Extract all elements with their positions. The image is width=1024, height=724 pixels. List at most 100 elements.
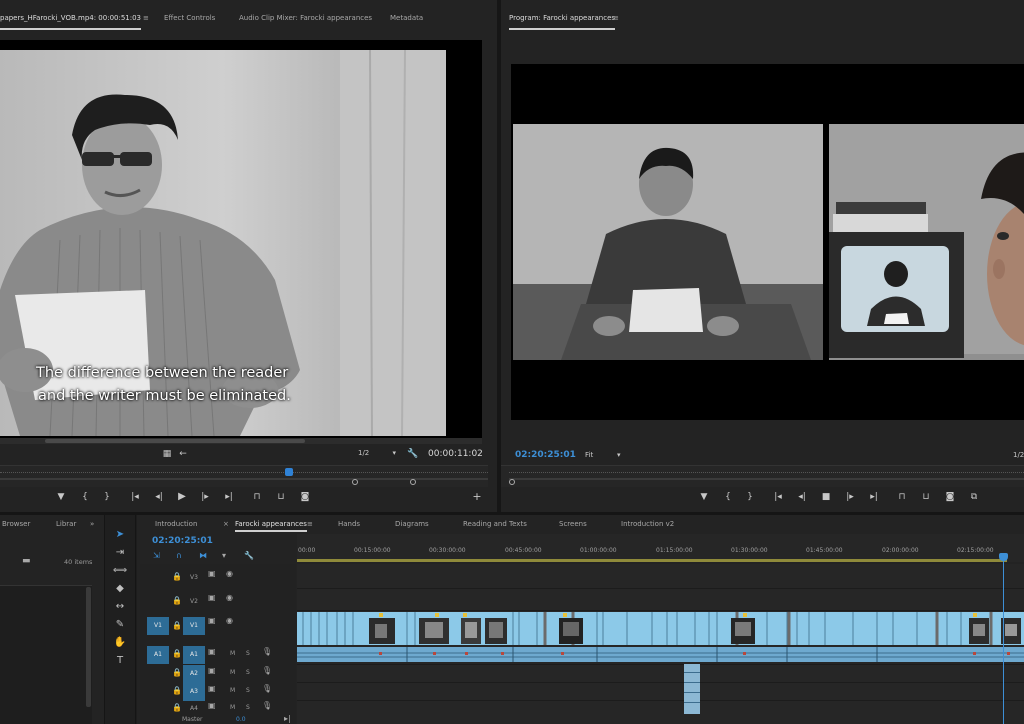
source-timecode[interactable]: 00:00:11:02	[428, 449, 483, 459]
go-to-in-icon[interactable]: |◂	[771, 491, 785, 503]
tab-metadata[interactable]: Metadata	[390, 8, 423, 30]
sync-lock-icon[interactable]: ▣	[208, 647, 216, 656]
folder-icon[interactable]: ▬	[22, 556, 31, 566]
mute-button[interactable]: M	[230, 669, 235, 676]
marker-icon[interactable]: ▼	[697, 491, 711, 503]
sync-lock-icon[interactable]: ▣	[208, 593, 216, 602]
microphone-icon[interactable]: 🎙	[262, 684, 272, 693]
insert-icon[interactable]: ⊓	[250, 491, 264, 503]
project-list-area[interactable]	[0, 585, 92, 724]
source-zoom-select[interactable]: 1/2 ▾	[358, 449, 400, 461]
timeline-playhead-line[interactable]	[1003, 556, 1004, 724]
tab-reading-and-texts[interactable]: Reading and Texts	[463, 520, 527, 528]
program-video-frame[interactable]	[511, 64, 1024, 420]
tab-source-menu-icon[interactable]: ≡	[143, 8, 149, 30]
mark-out-icon[interactable]: }	[100, 491, 114, 503]
tab-source-clip[interactable]: papers_HFarocki_VOB.mp4: 00:00:51:03	[0, 8, 142, 30]
source-video-frame[interactable]: The difference between the reader and th…	[0, 40, 482, 440]
panel-overflow-icon[interactable]: »	[90, 520, 94, 528]
tab-introduction-v2[interactable]: Introduction v2	[621, 520, 674, 528]
solo-button[interactable]: S	[246, 704, 250, 711]
project-scrollbar[interactable]	[86, 587, 91, 707]
tab-program-menu-icon[interactable]: ≡	[613, 8, 619, 30]
close-icon[interactable]: ×	[223, 520, 229, 528]
sync-lock-icon[interactable]: ▣	[208, 684, 216, 693]
master-volume-value[interactable]: 0.0	[236, 716, 246, 723]
mute-button[interactable]: M	[230, 650, 235, 657]
lock-icon[interactable]: 🔒	[172, 621, 182, 630]
audio-clip-track-a1[interactable]	[297, 647, 1024, 662]
mark-in-icon[interactable]: {	[78, 491, 92, 503]
step-forward-icon[interactable]: |▸	[198, 491, 212, 503]
tab-libraries[interactable]: Librar	[56, 520, 76, 528]
track-label-a2[interactable]: A2	[183, 665, 205, 683]
lock-icon[interactable]: 🔒	[172, 572, 182, 581]
lock-icon[interactable]: 🔒	[172, 686, 182, 695]
track-label-v1[interactable]: V1	[183, 617, 205, 635]
timeline-settings-icon[interactable]: 🔧	[244, 551, 254, 560]
overwrite-icon[interactable]: ⊔	[274, 491, 288, 503]
video-clip-track-v1[interactable]	[297, 612, 1024, 645]
mark-out-icon[interactable]: }	[743, 491, 757, 503]
track-label-a1[interactable]: A1	[183, 646, 205, 664]
source-settings-icon[interactable]: ▦	[160, 448, 174, 460]
razor-icon[interactable]: ◆	[112, 581, 128, 597]
insert-overwrite-icon[interactable]: ⇲	[153, 551, 160, 560]
wrench-icon[interactable]: 🔧	[406, 448, 420, 460]
lock-icon[interactable]: 🔒	[172, 668, 182, 677]
lock-icon[interactable]: 🔒	[172, 703, 182, 712]
tab-menu-icon[interactable]: ≡	[307, 520, 313, 528]
work-area-bar[interactable]	[297, 559, 1007, 562]
program-in-marker[interactable]	[509, 479, 515, 485]
tab-program[interactable]: Program: Farocki appearances	[509, 8, 616, 30]
lift-icon[interactable]: ⊓	[895, 491, 909, 503]
timeline-playhead-handle[interactable]	[999, 553, 1008, 561]
eye-icon[interactable]: ◉	[226, 569, 233, 578]
type-icon[interactable]: T	[112, 653, 128, 669]
solo-button[interactable]: S	[246, 669, 250, 676]
mute-button[interactable]: M	[230, 687, 235, 694]
step-back-icon[interactable]: ◂|	[795, 491, 809, 503]
step-back-icon[interactable]: ◂|	[152, 491, 166, 503]
track-label-a3[interactable]: A3	[183, 683, 205, 701]
lock-icon[interactable]: 🔒	[172, 596, 182, 605]
stop-icon[interactable]: ■	[819, 491, 833, 503]
sync-lock-icon[interactable]: ▣	[208, 569, 216, 578]
snap-icon[interactable]: ∩	[176, 551, 182, 560]
tab-screens[interactable]: Screens	[559, 520, 587, 528]
tab-diagrams[interactable]: Diagrams	[395, 520, 429, 528]
tab-effect-controls[interactable]: Effect Controls	[164, 8, 215, 30]
mark-in-icon[interactable]: {	[721, 491, 735, 503]
source-out-marker[interactable]	[410, 479, 416, 485]
add-marker-icon[interactable]: ▾	[222, 551, 226, 560]
play-icon[interactable]: ▶	[175, 491, 189, 503]
linked-selection-icon[interactable]: ⧓	[199, 551, 207, 560]
mute-button[interactable]: M	[230, 704, 235, 711]
source-in-marker[interactable]	[352, 479, 358, 485]
go-to-out-icon[interactable]: ▸|	[867, 491, 881, 503]
source-time-ruler[interactable]	[0, 465, 488, 487]
microphone-icon[interactable]: 🎙	[262, 666, 272, 675]
add-button-icon[interactable]: +	[470, 491, 484, 503]
source-playhead[interactable]	[285, 468, 293, 476]
microphone-icon[interactable]: 🎙	[262, 647, 272, 656]
slip-icon[interactable]: ↔	[112, 599, 128, 615]
program-zoom-value[interactable]: 1/2	[1013, 451, 1024, 459]
solo-button[interactable]: S	[246, 687, 250, 694]
audio-clip-track-a2[interactable]	[684, 664, 700, 714]
sync-lock-icon[interactable]: ▣	[208, 701, 216, 710]
extract-icon[interactable]: ⊔	[919, 491, 933, 503]
selection-tool-icon[interactable]: ➤	[112, 527, 128, 543]
track-select-icon[interactable]: ⇥	[112, 545, 128, 561]
lock-icon[interactable]: 🔒	[172, 649, 182, 658]
program-fit-select[interactable]: Fit ▾	[585, 451, 627, 459]
export-frame-icon[interactable]: ◙	[943, 491, 957, 503]
tab-audio-clip-mixer[interactable]: Audio Clip Mixer: Farocki appearances	[239, 8, 372, 30]
tab-farocki-appearances[interactable]: Farocki appearances	[235, 520, 307, 532]
step-forward-icon[interactable]: |▸	[843, 491, 857, 503]
sync-lock-icon[interactable]: ▣	[208, 666, 216, 675]
ripple-edit-icon[interactable]: ⟺	[112, 563, 128, 579]
source-back-icon[interactable]: ←	[176, 448, 190, 460]
program-timecode[interactable]: 02:20:25:01	[515, 450, 576, 460]
go-to-out-icon[interactable]: ▸|	[222, 491, 236, 503]
